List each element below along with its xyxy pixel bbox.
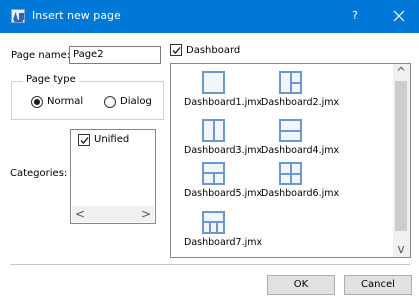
close-button[interactable]: [388, 6, 410, 26]
dashboard-label: Dashboard: [186, 45, 241, 56]
footer-separator: [10, 264, 410, 265]
template-dashboard6[interactable]: Dashboard6.jmx: [261, 162, 365, 202]
page-name-input[interactable]: Page2: [69, 46, 161, 64]
radio-dialog-label: Dialog: [120, 96, 152, 107]
cancel-button[interactable]: Cancel: [344, 275, 412, 295]
layout-two-rows-icon: [279, 119, 302, 142]
ok-button[interactable]: OK: [267, 275, 335, 295]
template-gallery[interactable]: Dashboard1.jmx Dashboard2.jmx Dashboard3…: [170, 63, 411, 258]
gallery-vscrollbar[interactable]: ^ v: [393, 64, 410, 257]
page-type-legend: Page type: [23, 74, 79, 86]
radio-normal-label: Normal: [47, 96, 84, 107]
layout-top-split-icon: [202, 162, 225, 185]
template-name: Dashboard4.jmx: [261, 145, 340, 156]
layout-two-columns-icon: [202, 119, 225, 142]
category-unified-label: Unified: [94, 134, 130, 145]
radio-dialog[interactable]: [104, 96, 116, 108]
radio-selected-dot: [34, 99, 40, 105]
categories-hscrollbar[interactable]: < >: [72, 206, 154, 222]
help-button[interactable]: ?: [347, 8, 363, 24]
template-dashboard4[interactable]: Dashboard4.jmx: [261, 119, 365, 159]
checkmark-icon: [80, 137, 89, 144]
scroll-up-arrow[interactable]: ^: [393, 64, 409, 80]
page-name-label: Page name:: [11, 50, 71, 61]
layout-left-split-icon: [279, 71, 302, 94]
layout-single-icon: [202, 71, 225, 94]
categories-list[interactable]: Unified < >: [70, 129, 156, 224]
template-name: Dashboard2.jmx: [261, 97, 340, 108]
scroll-left-arrow[interactable]: <: [72, 206, 88, 222]
scroll-right-arrow[interactable]: >: [138, 206, 154, 222]
template-dashboard7[interactable]: Dashboard7.jmx: [184, 211, 288, 251]
app-icon: [11, 9, 25, 23]
window-title: Insert new page: [32, 9, 121, 22]
title-bar: Insert new page ?: [0, 0, 419, 33]
template-name: Dashboard7.jmx: [184, 237, 263, 248]
layout-top-three-columns-icon: [202, 211, 225, 234]
category-unified-checkbox[interactable]: [78, 134, 90, 146]
template-dashboard2[interactable]: Dashboard2.jmx: [261, 71, 365, 111]
template-name: Dashboard6.jmx: [261, 188, 340, 199]
checkmark-icon: [172, 47, 181, 54]
scroll-down-arrow[interactable]: v: [393, 241, 409, 257]
layout-grid-icon: [279, 162, 302, 185]
dashboard-checkbox[interactable]: [170, 44, 182, 56]
close-icon: [393, 10, 405, 22]
radio-normal[interactable]: [31, 96, 43, 108]
scroll-thumb[interactable]: [395, 81, 407, 231]
categories-label: Categories:: [10, 168, 68, 179]
